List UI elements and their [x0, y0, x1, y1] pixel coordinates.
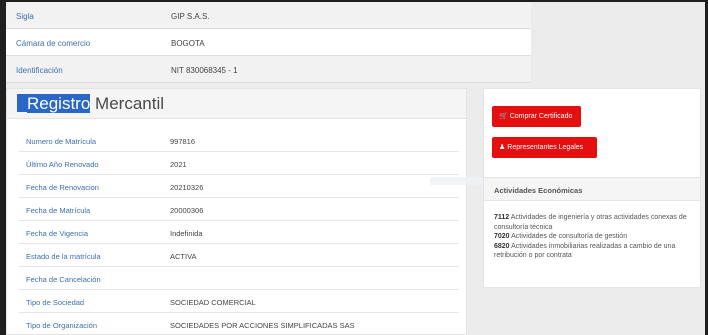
comprar-certificado-button[interactable]: 🛒 Comprar Certificado	[492, 106, 581, 127]
detail-label: Estado de la matrícula	[26, 252, 101, 261]
representantes-legales-button[interactable]: ♟ Representantes Legales	[492, 137, 597, 158]
title-highlight: Registro	[27, 94, 91, 113]
title-rest: Mercantil	[95, 94, 165, 113]
actividad-item: 6820 Actividades inmobiliarias realizada…	[494, 242, 694, 261]
actividades-header: Actividades Económicas	[484, 178, 700, 201]
matricula-details: Numero de Matrícula 997816 Último Año Re…	[19, 129, 459, 335]
detail-label: Último Año Renovado	[26, 160, 99, 169]
detail-value: 997816	[170, 137, 196, 146]
info-value: GIP S.A.S.	[171, 12, 210, 21]
actividad-text: Actividades de ingeniería y otras activi…	[494, 214, 687, 231]
actions-panel: 🛒 Comprar Certificado ♟ Representantes Leg…	[483, 88, 701, 288]
page-title: Registro Mercantil	[17, 94, 164, 114]
detail-value: SOCIEDADES POR ACCIONES SIMPLIFICADAS SA…	[170, 321, 355, 330]
registro-mercantil-panel: Registro Mercantil Numero de Matrícula 9…	[6, 88, 467, 335]
cart-icon: 🛒	[499, 113, 508, 120]
representantes-legales-label: Representantes Legales	[507, 144, 584, 151]
detail-label: Tipo de Organización	[26, 321, 98, 330]
detail-label: Fecha de Vigencia	[26, 229, 88, 238]
actividad-text: Actividades de consultoría de gestión	[509, 233, 628, 240]
detail-row-fecha-cancelacion: Fecha de Cancelación	[19, 267, 459, 290]
info-value: NIT 830068345 - 1	[171, 66, 238, 75]
comprar-certificado-label: Comprar Certificado	[509, 113, 573, 120]
detail-label: Fecha de Cancelación	[26, 275, 101, 284]
detail-row-ultimo-ano: Último Año Renovado 2021	[19, 152, 459, 175]
detail-value: 20210326	[170, 183, 204, 192]
actividades-title: Actividades Económicas	[494, 186, 583, 195]
detail-label: Fecha de Renovacion	[26, 183, 99, 192]
detail-row-tipo-organizacion: Tipo de Organización SOCIEDADES POR ACCI…	[19, 313, 459, 335]
detail-label: Fecha de Matrícula	[26, 206, 91, 215]
actividad-code: 6820	[494, 242, 510, 250]
detail-label: Tipo de Sociedad	[26, 298, 85, 307]
detail-label: Numero de Matrícula	[26, 137, 97, 146]
info-value: BOGOTA	[171, 39, 205, 48]
info-row-identificacion: Identificación NIT 830068345 - 1	[6, 56, 531, 83]
detail-value: 2021	[170, 160, 187, 169]
actividades-list: 7112 Actividades de ingeniería y otras a…	[494, 213, 694, 261]
actividad-code: 7112	[494, 214, 510, 221]
info-row-sigla: Sigla GIP S.A.S.	[6, 2, 531, 29]
actividad-text: Actividades inmobiliarias realizadas a c…	[494, 242, 676, 260]
detail-row-fecha-renovacion: Fecha de Renovacion 20210326	[19, 175, 459, 198]
actividad-item: 7020 Actividades de consultoría de gesti…	[494, 232, 694, 242]
info-label: Sigla	[16, 12, 34, 21]
detail-row-tipo-sociedad: Tipo de Sociedad SOCIEDAD COMERCIAL	[19, 290, 459, 313]
person-icon: ♟	[499, 144, 506, 151]
panel-header: Registro Mercantil	[7, 89, 466, 119]
detail-row-numero-matricula: Numero de Matrícula 997816	[19, 129, 459, 152]
actividad-code: 7020	[494, 233, 510, 240]
detail-value: Indefinida	[170, 229, 203, 238]
detail-row-estado: Estado de la matrícula ACTIVA	[19, 244, 459, 267]
info-row-camara: Cámara de comercio BOGOTA	[6, 29, 531, 56]
actividad-item: 7112 Actividades de ingeniería y otras a…	[494, 213, 694, 232]
title-highlight-block	[17, 94, 27, 112]
detail-row-fecha-vigencia: Fecha de Vigencia Indefinida	[19, 221, 459, 244]
detail-row-fecha-matricula: Fecha de Matrícula 20000306	[19, 198, 459, 221]
detail-value: SOCIEDAD COMERCIAL	[170, 298, 256, 307]
company-info-table: Sigla GIP S.A.S. Cámara de comercio BOGO…	[6, 2, 531, 83]
detail-value: ACTIVA	[170, 252, 197, 261]
actividades-economicas-box: Actividades Económicas 7112 Actividades …	[484, 177, 700, 287]
info-label: Cámara de comercio	[16, 39, 91, 48]
info-label: Identificación	[16, 66, 63, 75]
detail-value: 20000306	[170, 206, 204, 215]
